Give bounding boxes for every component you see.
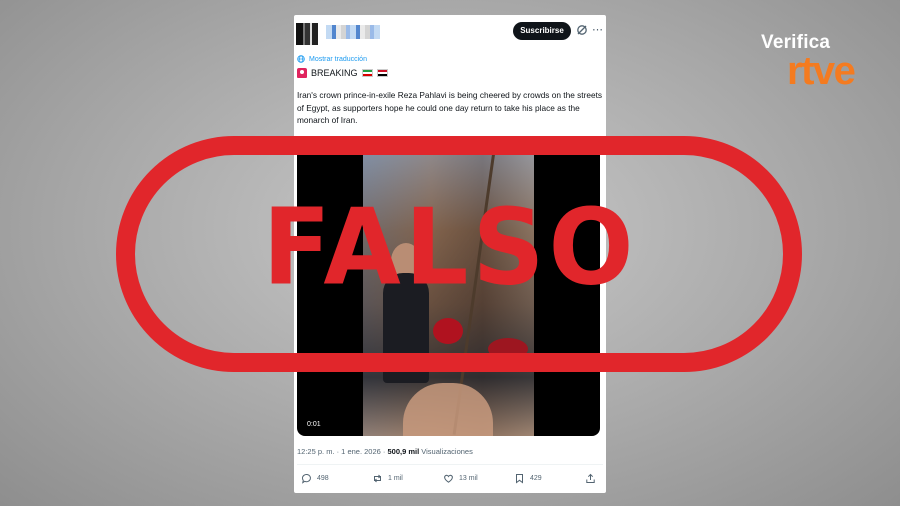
tweet-text: Iran's crown prince-in-exile Reza Pahlav… — [297, 90, 603, 126]
siren-icon — [297, 68, 307, 78]
avatar[interactable] — [296, 23, 318, 45]
repost-icon — [374, 474, 381, 483]
repost-button[interactable]: 1 mil — [372, 473, 403, 484]
like-button[interactable]: 13 mil — [443, 473, 478, 484]
views-count: 500,9 mil — [387, 447, 420, 456]
reply-button[interactable]: 498 — [301, 473, 329, 484]
views-label: Visualizaciones — [419, 447, 473, 456]
reply-count: 498 — [317, 475, 329, 482]
bookmark-count: 429 — [530, 475, 542, 482]
divider — [297, 464, 603, 465]
tweet-meta: 12:25 p. m. · 1 ene. 2026 · 500,9 mil Vi… — [297, 447, 473, 456]
share-icon — [586, 473, 595, 483]
tweet-header: Suscribirse ⋯ — [294, 15, 606, 49]
video-timestamp: 0:01 — [307, 421, 321, 428]
like-count: 13 mil — [459, 475, 478, 482]
more-icon[interactable]: ⋯ — [592, 23, 604, 36]
grok-icon[interactable] — [576, 24, 588, 36]
breaking-line: BREAKING — [297, 66, 388, 80]
bookmark-icon — [516, 474, 523, 484]
subscribe-button[interactable]: Suscribirse — [513, 22, 571, 40]
breaking-label: BREAKING — [311, 68, 358, 78]
translate-link[interactable]: Mostrar traducción — [297, 53, 367, 65]
repost-count: 1 mil — [388, 475, 403, 482]
translate-label: Mostrar traducción — [309, 55, 367, 63]
share-button[interactable] — [585, 473, 596, 484]
reply-icon — [302, 473, 311, 484]
verifica-rtve-logo: Verifica rtve — [760, 32, 870, 102]
posted-time[interactable]: 12:25 p. m. · 1 ene. 2026 · — [297, 447, 387, 456]
brand-rtve: rtve — [787, 49, 856, 93]
author-name[interactable] — [326, 25, 380, 39]
like-icon — [444, 474, 453, 483]
raised-hand — [403, 383, 493, 436]
egypt-flag-icon — [376, 69, 388, 77]
bookmark-button[interactable]: 429 — [514, 473, 542, 484]
iran-flag-icon — [361, 69, 373, 77]
falso-stamp-label: FALSO — [262, 186, 638, 309]
translate-icon — [297, 55, 305, 63]
action-bar: 498 1 mil 13 mil 429 — [301, 473, 601, 487]
